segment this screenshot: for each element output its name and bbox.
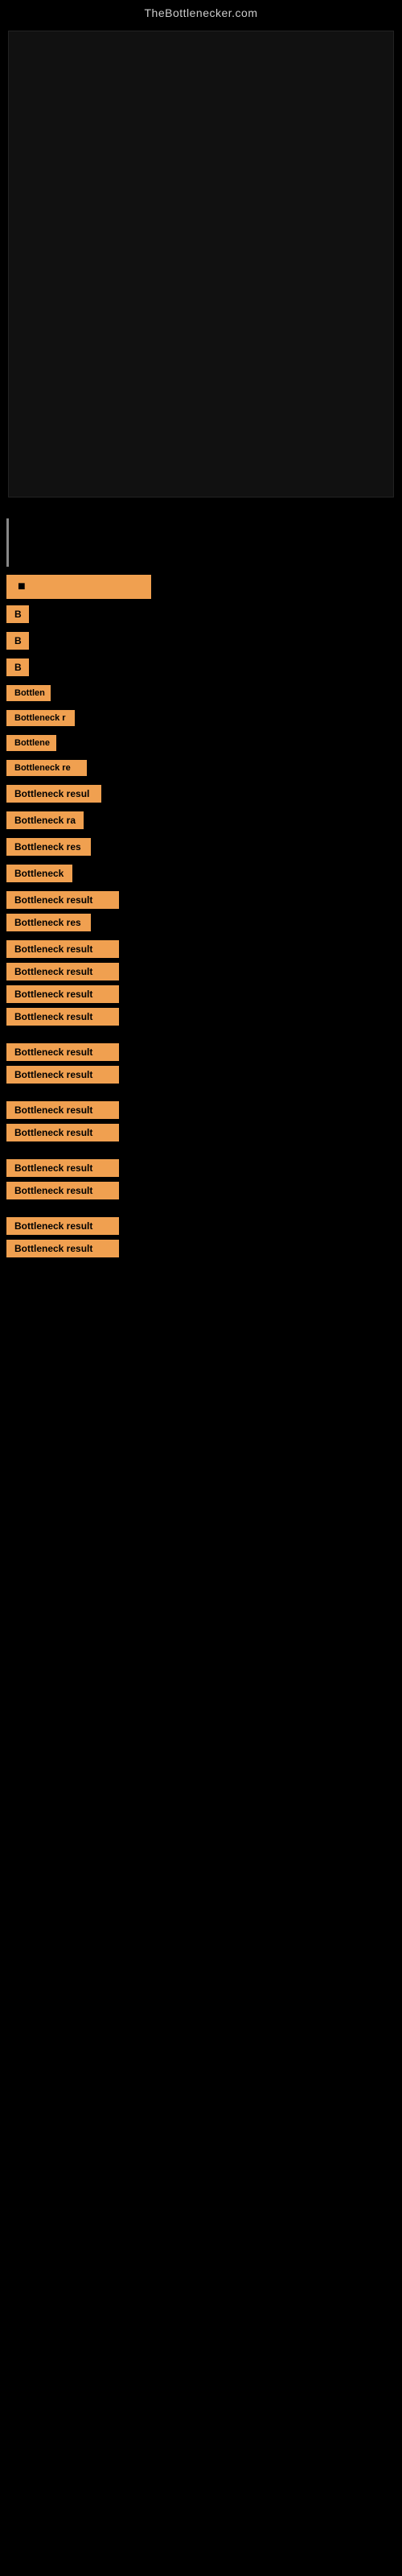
bottleneck-result-4[interactable]: Bottlen (6, 685, 51, 701)
bottleneck-result-24[interactable]: Bottleneck result (6, 1217, 119, 1235)
bottleneck-result-20[interactable]: Bottleneck result (6, 1101, 119, 1119)
bottleneck-result-12[interactable]: Bottleneck result (6, 891, 119, 909)
bottleneck-result-19[interactable]: Bottleneck result (6, 1066, 119, 1084)
bottleneck-result-15[interactable]: Bottleneck result (6, 963, 119, 980)
chart-area (8, 31, 394, 497)
bottleneck-result-7[interactable]: Bottleneck re (6, 760, 87, 776)
bottleneck-result-25[interactable]: Bottleneck result (6, 1240, 119, 1257)
divider-line (6, 518, 9, 567)
bottleneck-result-9[interactable]: Bottleneck ra (6, 811, 84, 829)
bottleneck-result-13[interactable]: Bottleneck res (6, 914, 91, 931)
site-title: TheBottlenecker.com (0, 0, 402, 23)
bottleneck-result-8[interactable]: Bottleneck resul (6, 785, 101, 803)
bottleneck-result-18[interactable]: Bottleneck result (6, 1043, 119, 1061)
bottleneck-result-22[interactable]: Bottleneck result (6, 1159, 119, 1177)
bottleneck-result-21[interactable]: Bottleneck result (6, 1124, 119, 1141)
bottleneck-result-3[interactable]: B (6, 658, 29, 676)
bottleneck-label-large: ■ (6, 575, 151, 599)
bottleneck-result-1[interactable]: B (6, 605, 29, 623)
bottleneck-result-10[interactable]: Bottleneck res (6, 838, 91, 856)
bottleneck-result-6[interactable]: Bottlene (6, 735, 56, 751)
bottleneck-result-2[interactable]: B (6, 632, 29, 650)
bottleneck-result-16[interactable]: Bottleneck result (6, 985, 119, 1003)
bottleneck-result-5[interactable]: Bottleneck r (6, 710, 75, 726)
bottleneck-result-17[interactable]: Bottleneck result (6, 1008, 119, 1026)
bottleneck-result-23[interactable]: Bottleneck result (6, 1182, 119, 1199)
bottleneck-result-11[interactable]: Bottleneck (6, 865, 72, 882)
bottleneck-result-14[interactable]: Bottleneck result (6, 940, 119, 958)
